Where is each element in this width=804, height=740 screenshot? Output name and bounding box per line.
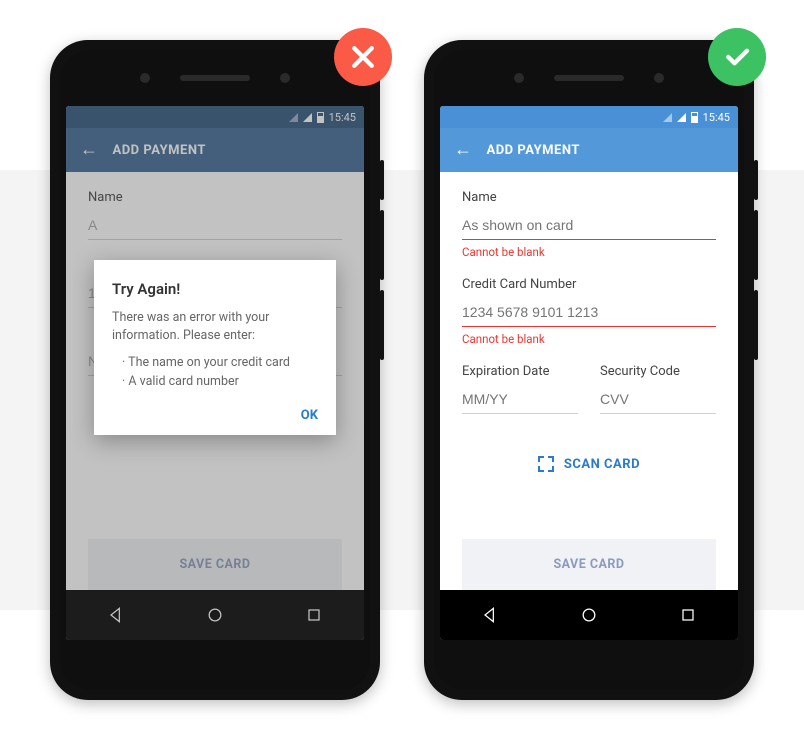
nav-recent-icon[interactable] [678, 605, 698, 625]
cc-field: Credit Card Number Cannot be blank [462, 277, 716, 346]
phone-side-button [754, 160, 758, 200]
phone-side-button [380, 290, 384, 360]
cvv-label: Security Code [600, 364, 716, 379]
exp-label: Expiration Date [462, 364, 578, 379]
phone-bezel-top [60, 50, 370, 106]
scan-card-label: SCAN CARD [564, 457, 640, 472]
exp-field: Expiration Date [462, 364, 578, 414]
phone-good-example: 15:45 ← ADD PAYMENT Name Cannot be blank [424, 40, 754, 700]
x-icon [348, 42, 378, 72]
status-time: 15:45 [703, 111, 730, 124]
badge-wrong [334, 28, 392, 86]
battery-icon [691, 112, 698, 123]
name-field: Name Cannot be blank [462, 190, 716, 259]
save-card-button[interactable]: SAVE CARD [462, 539, 716, 590]
scan-card-button[interactable]: SCAN CARD [462, 456, 716, 472]
name-input[interactable] [462, 213, 716, 240]
dialog-list-item: The name on your credit card [122, 354, 318, 373]
check-icon [722, 42, 752, 72]
dialog-message: There was an error with your information… [112, 309, 318, 347]
exp-input[interactable] [462, 387, 578, 414]
scan-corners-icon [538, 456, 554, 472]
dialog-title: Try Again! [112, 278, 318, 301]
phone-side-button [754, 290, 758, 360]
nav-back-icon[interactable] [480, 605, 500, 625]
error-dialog: Try Again! There was an error with your … [94, 260, 336, 435]
app-header: ← ADD PAYMENT [440, 128, 738, 172]
signal-icon [677, 113, 686, 122]
name-label: Name [462, 190, 716, 205]
cvv-input[interactable] [600, 387, 716, 414]
dialog-list: The name on your credit card A valid car… [112, 354, 318, 392]
back-arrow-icon[interactable]: ← [454, 141, 473, 159]
cc-input[interactable] [462, 300, 716, 327]
name-error: Cannot be blank [462, 245, 716, 259]
cc-label: Credit Card Number [462, 277, 716, 292]
phone-side-button [754, 210, 758, 280]
phone-bezel-top [434, 50, 744, 106]
screen-title: ADD PAYMENT [487, 143, 580, 158]
nav-home-icon[interactable] [579, 605, 599, 625]
status-bar: 15:45 [440, 106, 738, 128]
dialog-list-item: A valid card number [122, 373, 318, 392]
phone-bezel-bottom [434, 640, 744, 690]
dialog-ok-button[interactable]: OK [112, 406, 318, 426]
cc-error: Cannot be blank [462, 332, 716, 346]
phone-side-button [380, 160, 384, 200]
badge-correct [708, 28, 766, 86]
android-nav-bar [440, 590, 738, 640]
phone-side-button [380, 210, 384, 280]
cvv-field: Security Code [600, 364, 716, 414]
phone-bad-example: 15:45 ← ADD PAYMENT Name Credit Card Num… [50, 40, 380, 700]
signal-empty-icon [663, 113, 672, 122]
phone-bezel-bottom [60, 640, 370, 690]
